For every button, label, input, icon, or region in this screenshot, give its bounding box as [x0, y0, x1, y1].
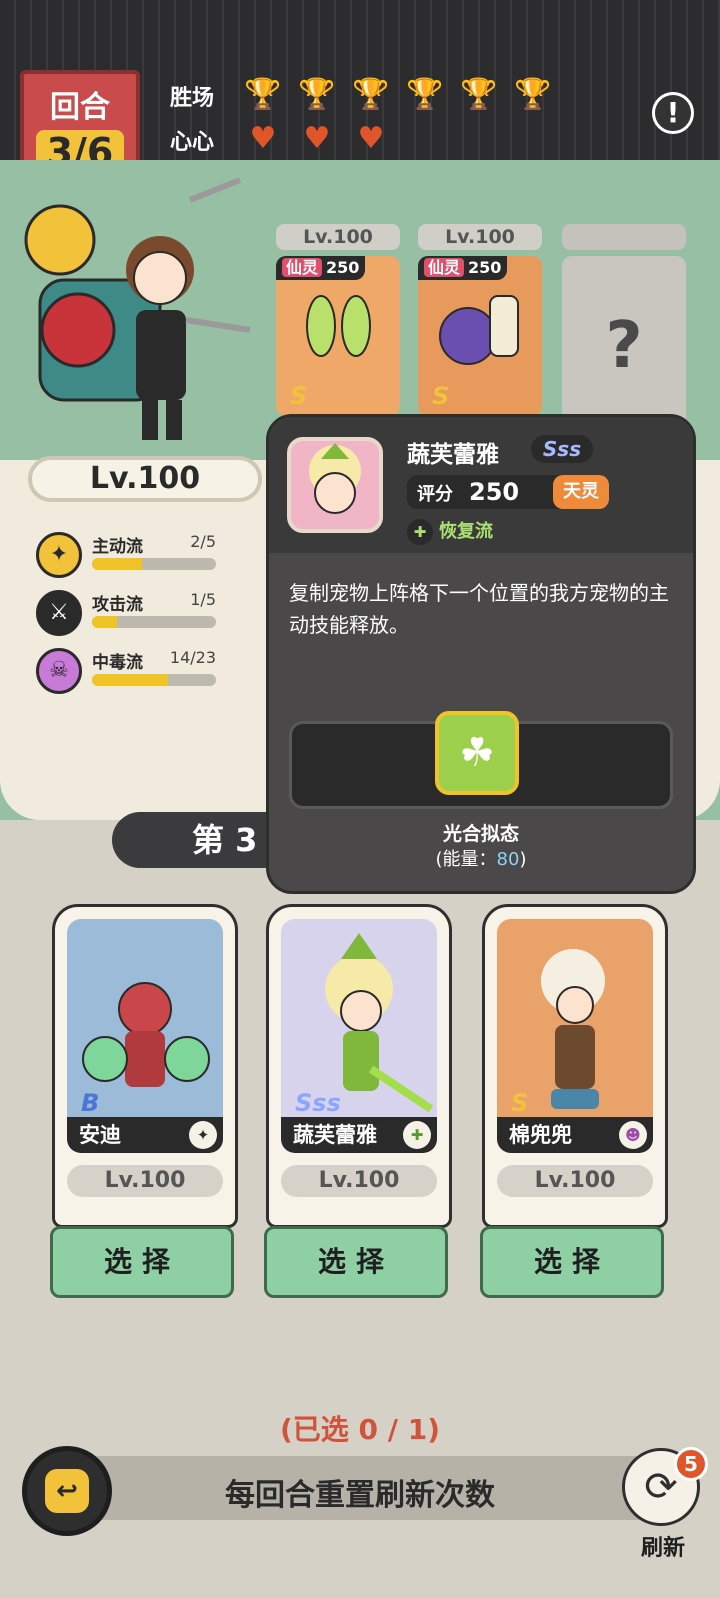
refresh-icon: ⟳ [644, 1464, 678, 1510]
unknown-pet-card[interactable]: ? [562, 256, 686, 436]
heart-icon: ♥ [357, 121, 385, 156]
wins-label: 胜场 [170, 86, 215, 111]
pet-rank-badge: Sss [531, 435, 593, 463]
back-arrow-icon: ↩ [45, 1469, 89, 1513]
pet-description: 复制宠物上阵格下一个位置的我方宠物的主动技能释放。 [289, 581, 669, 637]
pet-art: S 棉兜兜 ☻ [497, 919, 653, 1153]
pet-name: 蔬芙蕾雅 [407, 442, 499, 468]
heart-icon: ♥ [249, 121, 277, 156]
round-label: 回合 [50, 90, 110, 125]
pet-choice-card[interactable]: S 棉兜兜 ☻ Lv.100 [482, 904, 668, 1228]
heal-flow-icon: ✚ [403, 1121, 431, 1149]
pet-slot-2[interactable]: Lv.100 仙灵 250 S [418, 224, 542, 416]
pet-level: Lv.100 [418, 224, 542, 250]
pet-detail-tooltip: 蔬芙蕾雅 Sss 评分 250 天灵 ✚ 恢复流 复制宠物上阵格下一个位置的我方宠物… [266, 414, 696, 894]
trophy-icon: 🏆 [244, 77, 282, 112]
refresh-label: 刷新 [640, 1536, 685, 1561]
select-button[interactable]: 选择 [50, 1226, 234, 1298]
skull-icon: ☠ [36, 648, 82, 694]
pet-level: Lv.100 [497, 1165, 653, 1197]
active-flow-icon: ✦ [36, 532, 82, 578]
back-button[interactable]: ↩ [22, 1446, 112, 1536]
pet-slot-empty[interactable]: ? [562, 224, 686, 436]
trophy-icon: 🏆 [298, 77, 336, 112]
info-button[interactable]: ! [652, 92, 694, 134]
tooltip-header: 蔬芙蕾雅 Sss 评分 250 天灵 ✚ 恢复流 [269, 417, 693, 553]
skill-energy: (能量：80) [435, 849, 527, 870]
hearts-label: 心心 [170, 130, 215, 155]
hero-level: Lv.100 [28, 456, 262, 502]
pet-type-tag: 仙灵 250 [276, 256, 366, 280]
trophy-icon: 🏆 [352, 77, 390, 112]
stat-progress [92, 558, 216, 570]
pet-card[interactable]: 仙灵 250 S [276, 256, 400, 416]
pet-card[interactable]: 仙灵 250 S [418, 256, 542, 416]
pet-choice-card[interactable]: B 安迪 ✦ Lv.100 [52, 904, 238, 1228]
heal-flow-icon: ✚ [407, 519, 433, 545]
sword-icon: ⚔ [36, 590, 82, 636]
active-flow-icon: ✦ [189, 1121, 217, 1149]
pet-type-badge: 天灵 [553, 475, 609, 509]
pet-flow: ✚ 恢复流 [407, 517, 493, 545]
pet-rank: S [432, 382, 450, 410]
heart-icon: ♥ [303, 121, 331, 156]
stat-active[interactable]: ✦ 主动流 2/5 [36, 532, 216, 578]
stat-progress [92, 616, 216, 628]
pet-score: 评分 250 天灵 [407, 475, 609, 509]
stat-progress [92, 674, 216, 686]
refresh-count-badge: 5 [674, 1447, 708, 1481]
pet-level: Lv.100 [67, 1165, 223, 1197]
stat-poison[interactable]: ☠ 中毒流 14/23 [36, 648, 216, 694]
pet-type-tag: 仙灵 250 [418, 256, 508, 280]
pet-slot-1[interactable]: Lv.100 仙灵 250 S [276, 224, 400, 416]
pet-avatar [287, 437, 383, 533]
trophy-icon: 🏆 [514, 77, 552, 112]
top-header: 回合 3/6 胜场 心心 🏆 🏆 🏆 🏆 🏆 🏆 ♥ ♥ ♥ ! [0, 0, 720, 190]
pet-level: Lv.100 [281, 1165, 437, 1197]
pet-art: B 安迪 ✦ [67, 919, 223, 1153]
pet-rank: S [290, 382, 308, 410]
skill-name: 光合拟态 [442, 823, 519, 845]
pet-level: Lv.100 [276, 224, 400, 250]
vulnerable-flow-icon: ☻ [619, 1121, 647, 1149]
empty-level [562, 224, 686, 250]
pet-art: Sss 蔬芙蕾雅 ✚ [281, 919, 437, 1153]
trophy-icon: 🏆 [460, 77, 498, 112]
photosynthesis-skill-icon[interactable]: ☘ [435, 711, 519, 795]
hero-character [24, 177, 251, 440]
select-button[interactable]: 选择 [480, 1226, 664, 1298]
pet-choice-card[interactable]: Sss 蔬芙蕾雅 ✚ Lv.100 [266, 904, 452, 1228]
trophy-icon: 🏆 [406, 77, 444, 112]
select-button[interactable]: 选择 [264, 1226, 448, 1298]
stat-attack[interactable]: ⚔ 攻击流 1/5 [36, 590, 216, 636]
picked-counter: (已选 0 / 1) [279, 1413, 441, 1446]
